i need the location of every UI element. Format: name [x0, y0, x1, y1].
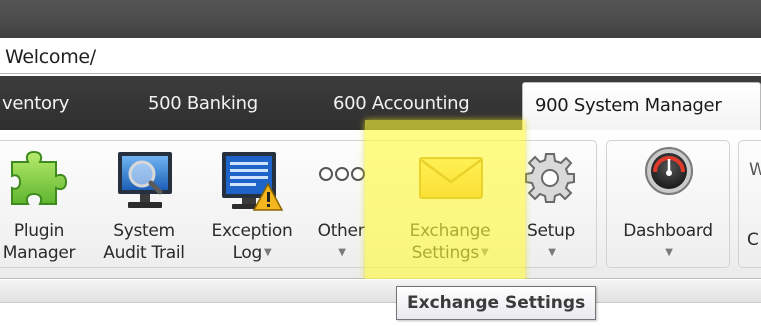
- tab-banking[interactable]: 500 Banking: [148, 76, 258, 130]
- tab-accounting-label: 600 Accounting: [333, 93, 470, 114]
- plugin-manager-label-2: Manager: [2, 243, 76, 263]
- exchange-settings-label-2: Settings: [411, 243, 480, 263]
- speedometer-icon: [645, 147, 693, 195]
- exception-log-label-1: Exception: [211, 221, 293, 241]
- sub-toolbar: [0, 280, 761, 303]
- gear-icon: [525, 153, 575, 203]
- tab-accounting[interactable]: 600 Accounting: [333, 76, 470, 130]
- module-tab-bar: ventory 500 Banking 600 Accounting 900 S…: [0, 76, 761, 130]
- chevron-down-icon: ▼: [264, 247, 272, 258]
- dashboard-label: Dashboard: [623, 221, 713, 241]
- setup-button[interactable]: Setup ▼: [516, 130, 586, 278]
- chevron-down-icon: ▼: [665, 247, 673, 258]
- exchange-settings-label-1: Exchange: [409, 221, 491, 241]
- exchange-settings-button[interactable]: Exchange Settings ▼: [392, 130, 508, 278]
- envelope-icon: [419, 157, 483, 199]
- clipped-ribbon-button[interactable]: W C: [744, 130, 761, 278]
- log-warning-icon: [222, 152, 284, 211]
- window-title-bar: [0, 0, 761, 38]
- dashboard-button[interactable]: Dashboard ▼: [612, 130, 724, 278]
- clipped-label-top: W: [749, 160, 761, 180]
- clipped-label-bottom: C: [747, 230, 759, 250]
- other-button[interactable]: Other ▼: [312, 130, 370, 278]
- chevron-down-icon: ▼: [338, 247, 346, 258]
- ellipsis-icon: [319, 167, 365, 181]
- monitor-search-icon: [118, 152, 172, 208]
- plugin-manager-label-1: Plugin: [13, 221, 65, 241]
- tooltip-text: Exchange Settings: [407, 293, 586, 313]
- breadcrumb-path: Welcome/: [5, 46, 96, 68]
- exception-log-button[interactable]: Exception Log ▼: [200, 130, 304, 278]
- exchange-settings-tooltip: Exchange Settings: [396, 286, 597, 320]
- system-audit-trail-label-2: Audit Trail: [103, 243, 185, 263]
- puzzle-piece-icon: [11, 150, 68, 205]
- setup-label: Setup: [527, 221, 575, 241]
- tab-system-manager-label: 900 System Manager: [535, 95, 722, 116]
- tab-inventory[interactable]: ventory: [2, 76, 69, 130]
- breadcrumb[interactable]: Welcome/: [0, 40, 761, 74]
- chevron-down-icon: ▼: [480, 247, 489, 258]
- system-audit-trail-button[interactable]: System Audit Trail: [96, 130, 192, 278]
- other-label: Other: [317, 221, 365, 241]
- system-audit-trail-label-1: System: [113, 221, 175, 241]
- tab-inventory-label: ventory: [2, 93, 70, 114]
- exception-log-label-2: Log: [232, 243, 263, 263]
- ribbon-panel: Plugin Manager System Audit Trail Except…: [0, 130, 761, 279]
- chevron-down-icon: ▼: [548, 247, 556, 258]
- tab-system-manager[interactable]: 900 System Manager: [522, 82, 761, 130]
- tab-banking-label: 500 Banking: [148, 93, 258, 114]
- plugin-manager-button[interactable]: Plugin Manager: [0, 130, 86, 278]
